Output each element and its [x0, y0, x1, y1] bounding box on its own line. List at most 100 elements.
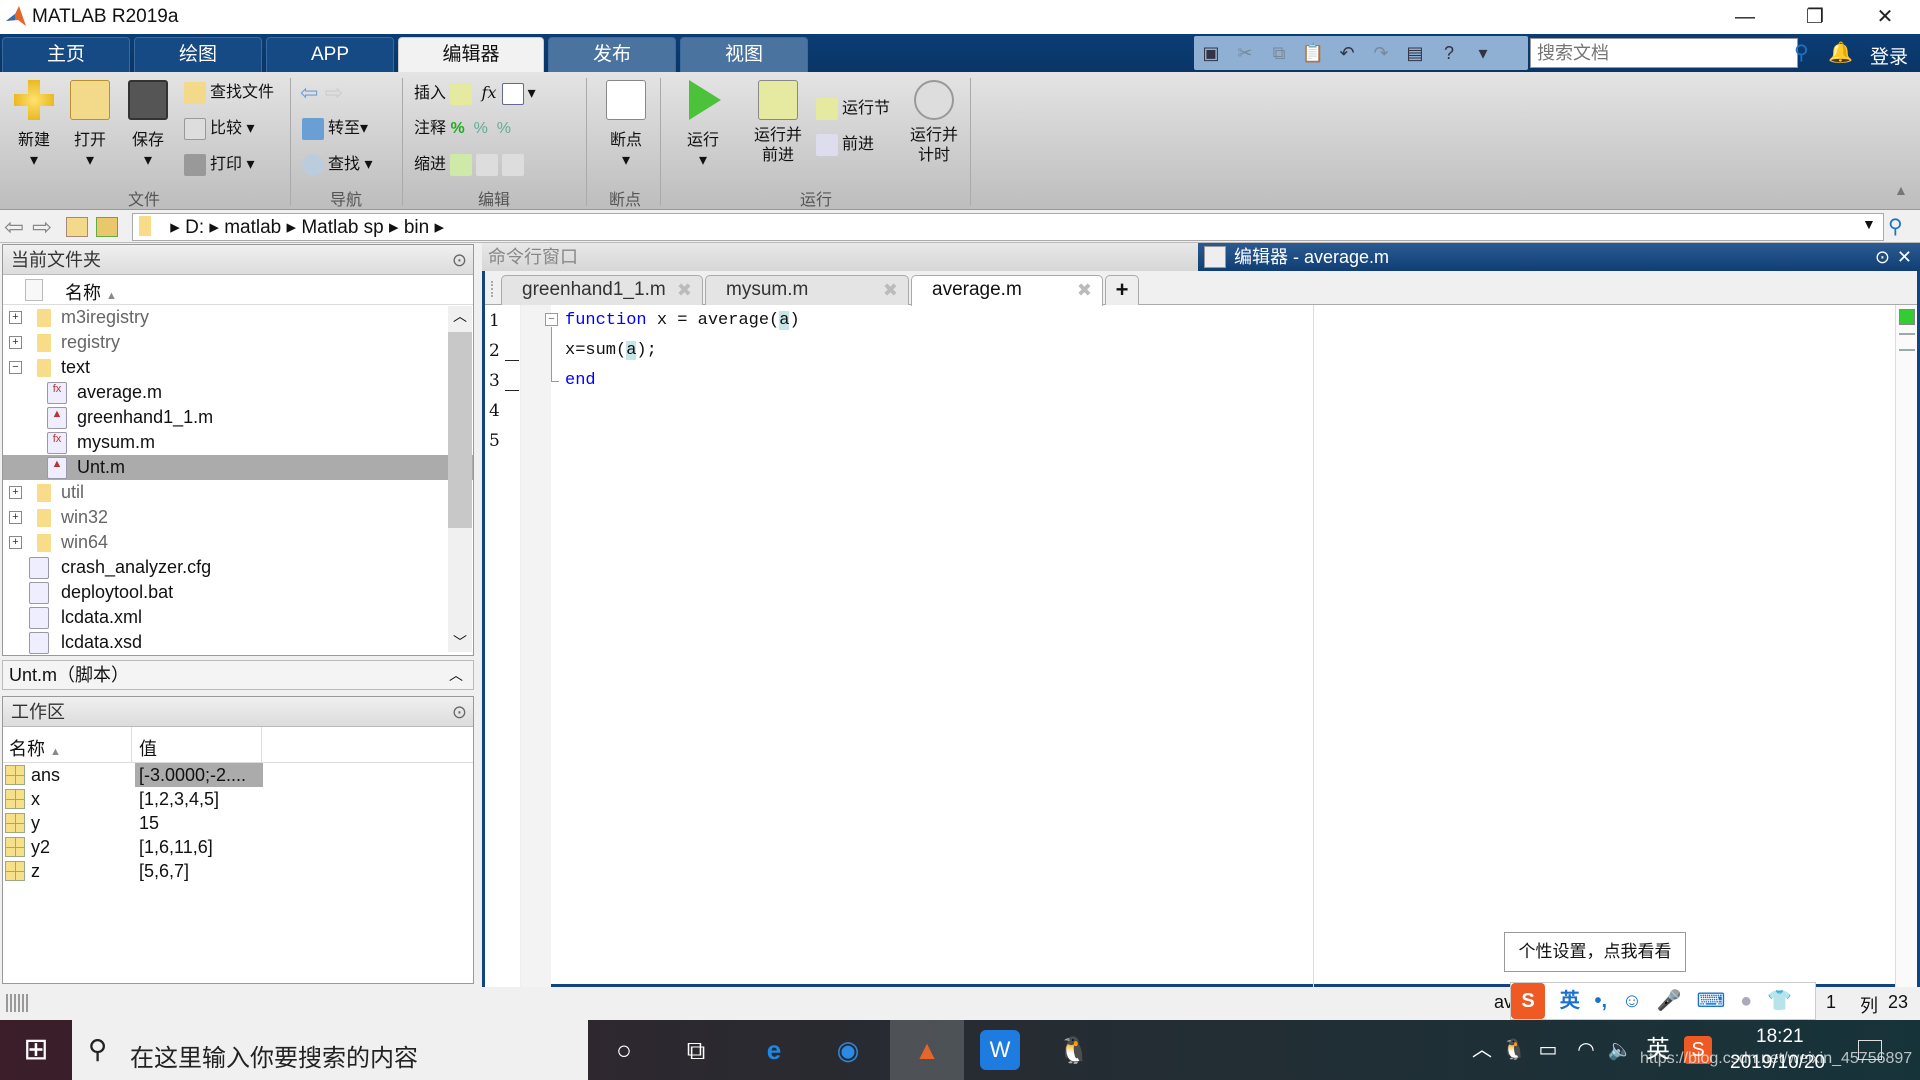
expand-toggle-icon[interactable]: +	[9, 511, 22, 524]
path-segment[interactable]: bin	[404, 217, 429, 238]
search-folder-icon[interactable]: ⚲	[1888, 214, 1903, 239]
close-editor-icon[interactable]: ✕	[1897, 243, 1912, 271]
close-tab-icon[interactable]: ✖	[1077, 276, 1092, 304]
minimize-button[interactable]: —	[1710, 0, 1780, 34]
file-list-item[interactable]: + win64	[3, 530, 473, 555]
sogou-logo-icon[interactable]: S	[1511, 983, 1545, 1019]
tab-plots[interactable]: 绘图	[134, 37, 262, 72]
expand-toggle-icon[interactable]: −	[9, 361, 22, 374]
taskbar-search[interactable]: ⚲ 在这里输入你要搜索的内容	[72, 1020, 588, 1080]
battery-icon[interactable]: ▭	[1528, 1030, 1568, 1070]
copy-icon[interactable]: ⧉	[1266, 40, 1292, 66]
tab-editor[interactable]: 编辑器	[398, 37, 544, 72]
search-docs-input[interactable]	[1530, 38, 1798, 68]
run-section-button[interactable]: 运行节	[816, 96, 890, 122]
login-link[interactable]: 登录	[1870, 42, 1908, 69]
open-button[interactable]: 打开 ▾	[62, 80, 118, 170]
ime-lang-toggle[interactable]: 英	[1560, 983, 1580, 1019]
expand-details-icon[interactable]: ︿	[449, 661, 463, 689]
file-list-item[interactable]: + win32	[3, 505, 473, 530]
browse-folder-icon[interactable]	[96, 217, 118, 237]
panel-menu-icon[interactable]: ⊙	[452, 245, 467, 275]
back-forward-buttons[interactable]: ⇦ ⇨	[300, 80, 343, 106]
file-list-item[interactable]: ▲ Unt.m	[3, 455, 473, 480]
restore-button[interactable]: ❐	[1780, 0, 1850, 34]
expand-toggle-icon[interactable]: +	[9, 486, 22, 499]
file-list-item[interactable]: + registry	[3, 330, 473, 355]
wrap-comment-icon[interactable]: %	[497, 120, 511, 137]
advance-button[interactable]: 前进	[816, 132, 874, 158]
scroll-down-icon[interactable]: ﹀	[448, 632, 472, 652]
dropdown-icon[interactable]: ▾	[1470, 40, 1496, 66]
keyboard-icon[interactable]: ⌨	[1697, 983, 1726, 1019]
qq-icon[interactable]: 🐧	[1054, 1030, 1094, 1070]
back-icon[interactable]: ⇦	[4, 213, 24, 242]
editor-menu-icon[interactable]: ⊙	[1875, 243, 1890, 271]
close-tab-icon[interactable]: ✖	[883, 276, 898, 304]
name-column-header[interactable]: 名称 ▲	[9, 735, 61, 761]
task-view-icon[interactable]: ⧉	[676, 1030, 716, 1070]
expand-toggle-icon[interactable]: +	[9, 536, 22, 549]
file-list-item[interactable]: fx mysum.m	[3, 430, 473, 455]
value-column-header[interactable]: 值	[139, 735, 157, 761]
forward-icon[interactable]: ⇨	[32, 213, 52, 242]
forward-arrow-icon[interactable]: ⇨	[325, 80, 343, 105]
file-list-item[interactable]: lcdata.xsd	[3, 630, 473, 655]
file-list-item[interactable]: + m3iregistry	[3, 305, 473, 330]
file-list-item[interactable]: − text	[3, 355, 473, 380]
analyzer-marker[interactable]	[1899, 349, 1915, 351]
file-list-item[interactable]: fx average.m	[3, 380, 473, 405]
editor-tab-greenhand[interactable]: greenhand1_1.m ✖	[501, 275, 703, 305]
undo-icon[interactable]: ↶	[1334, 40, 1360, 66]
name-column-header[interactable]: 名称 ▲	[65, 279, 117, 305]
workspace-variable-row[interactable]: y 15	[3, 811, 473, 835]
editor-tab-average[interactable]: average.m ✖	[911, 275, 1103, 306]
up-folder-icon[interactable]	[66, 217, 88, 237]
save-file-button[interactable]: 保存 ▾	[120, 80, 176, 170]
bell-icon[interactable]: 🔔	[1828, 40, 1853, 65]
new-tab-button[interactable]: +	[1105, 275, 1139, 305]
user-icon[interactable]: ●	[1740, 983, 1752, 1019]
edge-browser-icon[interactable]: e	[754, 1030, 794, 1070]
panel-menu-icon[interactable]: ⊙	[452, 697, 467, 727]
volume-icon[interactable]: 🔈	[1600, 1030, 1640, 1070]
switch-windows-icon[interactable]: ▤	[1402, 40, 1428, 66]
tab-apps[interactable]: APP	[266, 37, 394, 72]
breakpoints-button[interactable]: 断点 ▾	[596, 80, 656, 170]
close-button[interactable]: ✕	[1850, 0, 1920, 34]
print-button[interactable]: 打印 ▾	[184, 152, 255, 178]
increase-indent-icon[interactable]	[476, 153, 499, 176]
redo-icon[interactable]: ↷	[1368, 40, 1394, 66]
comment-button[interactable]: 注释 % % %	[414, 116, 511, 142]
comment-icon[interactable]: %	[450, 120, 464, 137]
analyzer-marker[interactable]	[1899, 333, 1915, 335]
windows-start-icon[interactable]: ⊞	[16, 1030, 56, 1070]
paste-icon[interactable]: 📋	[1300, 40, 1326, 66]
emoji-icon[interactable]: ☺	[1622, 983, 1642, 1019]
run-and-time-button[interactable]: 运行并计时	[906, 80, 962, 166]
uncomment-icon[interactable]: %	[474, 120, 488, 137]
file-list-item[interactable]: lcdata.xml	[3, 605, 473, 630]
path-segment[interactable]: matlab	[224, 217, 281, 238]
analyzer-status-icon[interactable]	[1899, 309, 1915, 325]
scroll-thumb[interactable]	[448, 332, 472, 528]
path-dropdown-icon[interactable]: ▼	[1862, 216, 1876, 232]
search-icon[interactable]: ⚲	[1794, 40, 1809, 65]
wps-icon[interactable]: W	[980, 1030, 1020, 1070]
tab-view[interactable]: 视图	[680, 37, 808, 72]
cut-icon[interactable]: ✂	[1232, 40, 1258, 66]
workspace-variable-row[interactable]: x [1,2,3,4,5]	[3, 787, 473, 811]
breakpoint-dash[interactable]: —	[505, 381, 519, 397]
microphone-icon[interactable]: 🎤	[1657, 983, 1682, 1019]
scroll-up-icon[interactable]: ︿	[448, 306, 472, 326]
workspace-variable-row[interactable]: y2 [1,6,11,6]	[3, 835, 473, 859]
close-tab-icon[interactable]: ✖	[677, 276, 692, 304]
tab-home[interactable]: 主页	[2, 37, 130, 72]
path-input[interactable]: ▸ D: ▸ matlab ▸ Matlab sp ▸ bin ▸	[132, 213, 1884, 241]
sogou-browser-icon[interactable]: ◉	[828, 1030, 868, 1070]
file-list-item[interactable]: + util	[3, 480, 473, 505]
breakpoint-dash[interactable]: —	[505, 351, 519, 367]
find-button[interactable]: 查找 ▾	[302, 152, 373, 178]
collapse-ribbon-icon[interactable]: ▲	[1894, 182, 1908, 198]
file-list-scrollbar[interactable]: ︿ ﹀	[448, 306, 472, 652]
